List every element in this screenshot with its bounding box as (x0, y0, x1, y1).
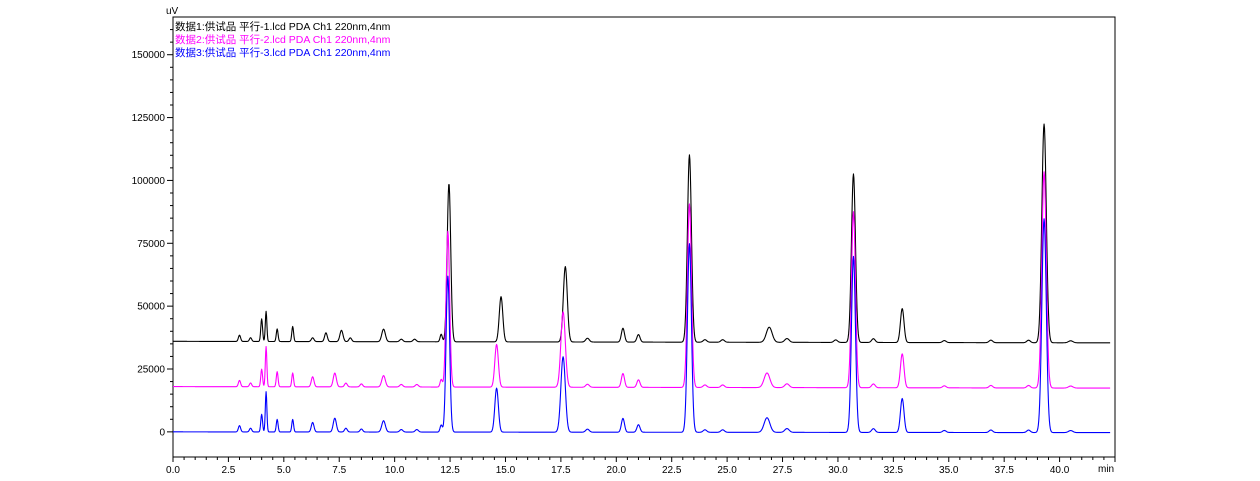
legend-entry-series-1: 数据1:供试品 平行-1.lcd PDA Ch1 220nm,4nm (175, 20, 391, 33)
x-tick-label: 32.5 (884, 465, 904, 476)
x-tick-label: 22.5 (662, 465, 682, 476)
x-axis: 0.0 2.5 5.0 7.5 10.0 12.5 15.0 17.5 20.0 22.5 25.0… (166, 457, 1116, 476)
x-axis-unit-label: min (1098, 464, 1114, 475)
y-tick-label: 125000 (132, 113, 166, 124)
x-tick-label: 0.0 (166, 465, 180, 476)
x-tick-label: 40.0 (1050, 465, 1070, 476)
chromatogram-chart: 0 25000 50000 75000 100000 125000 150000 0.0 2.… (132, 6, 1116, 476)
chromatogram-traces (172, 123, 1111, 434)
x-tick-label: 27.5 (773, 465, 793, 476)
y-tick-label: 100000 (132, 176, 166, 187)
x-tick-label: 35.0 (939, 465, 959, 476)
y-axis-unit-label: uV (166, 6, 179, 17)
x-tick-label: 25.0 (717, 465, 737, 476)
x-tick-label: 30.0 (828, 465, 848, 476)
y-tick-label: 25000 (137, 365, 165, 376)
trace-series-3 (172, 218, 1111, 434)
y-tick-label: 0 (159, 427, 165, 438)
y-axis: 0 25000 50000 75000 100000 125000 150000 (132, 29, 173, 438)
x-tick-label: 5.0 (277, 465, 291, 476)
legend: 数据1:供试品 平行-1.lcd PDA Ch1 220nm,4nm 数据2:供… (175, 20, 391, 59)
legend-entry-series-2: 数据2:供试品 平行-2.lcd PDA Ch1 220nm,4nm (175, 33, 391, 46)
x-tick-label: 17.5 (551, 465, 571, 476)
trace-series-1 (172, 123, 1111, 344)
x-tick-label: 37.5 (994, 465, 1014, 476)
x-tick-label: 20.0 (607, 465, 627, 476)
plot-area-frame (172, 16, 1116, 458)
x-tick-label: 10.0 (385, 465, 405, 476)
legend-entry-series-3: 数据3:供试品 平行-3.lcd PDA Ch1 220nm,4nm (175, 46, 391, 59)
x-tick-label: 2.5 (221, 465, 235, 476)
x-tick-label: 12.5 (440, 465, 460, 476)
y-tick-label: 75000 (137, 239, 165, 250)
x-tick-label: 15.0 (496, 465, 516, 476)
y-tick-label: 50000 (137, 302, 165, 313)
y-tick-label: 150000 (132, 50, 166, 61)
trace-series-2 (172, 171, 1111, 389)
x-tick-label: 7.5 (332, 465, 346, 476)
